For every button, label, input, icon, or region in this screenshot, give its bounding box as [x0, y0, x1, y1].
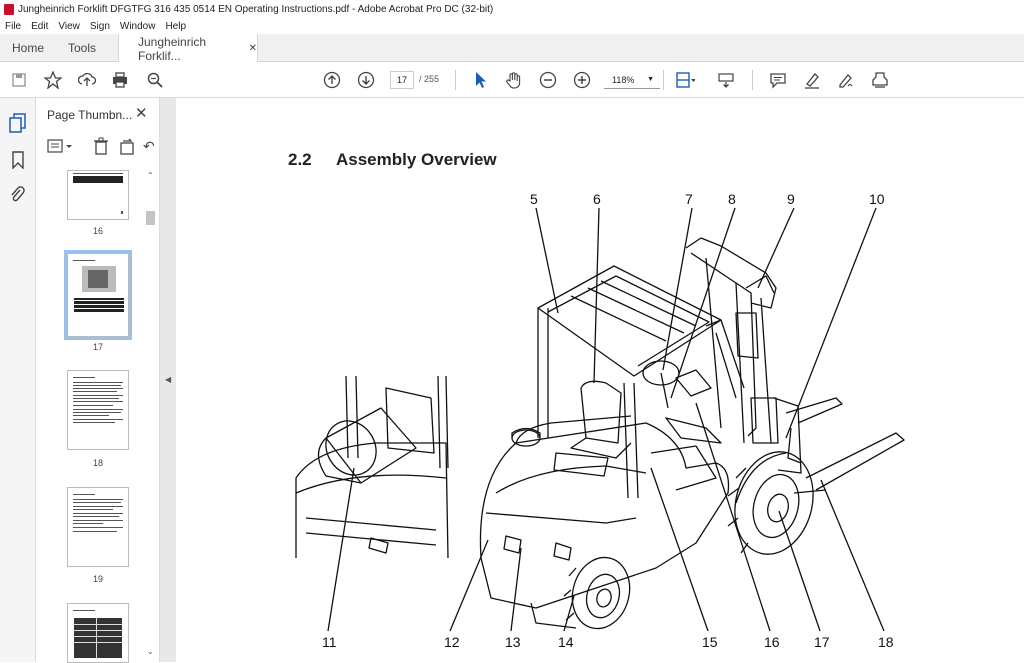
tab-document[interactable]: Jungheinrich Forklif... ✕: [118, 34, 258, 63]
page-up-icon[interactable]: [322, 70, 342, 90]
tab-document-label: Jungheinrich Forklif...: [138, 34, 207, 63]
main-toolbar: 17 / 255 118% ▼: [0, 62, 1024, 98]
forklift-illustration: [295, 207, 905, 632]
scroll-down-icon[interactable]: ⌄: [147, 647, 154, 656]
upload-icon[interactable]: [77, 70, 97, 90]
page-number-input[interactable]: 17: [390, 71, 414, 89]
thumbnail-panel: Page Thumbn... ✕ ↶ 16 17 18 19: [36, 98, 160, 663]
left-rail: [0, 98, 36, 662]
thumbnail-page-number: 18: [92, 458, 103, 468]
save-icon[interactable]: [9, 70, 29, 90]
tab-home[interactable]: Home: [12, 34, 44, 62]
trash-icon[interactable]: [93, 137, 109, 158]
tab-close-icon[interactable]: ✕: [249, 43, 257, 54]
menu-edit[interactable]: Edit: [31, 21, 48, 32]
page-thumbnails-icon[interactable]: [8, 112, 28, 137]
search-zoom-icon[interactable]: [145, 70, 165, 90]
title-bar: Jungheinrich Forklift DFGTFG 316 435 051…: [0, 0, 1024, 18]
collapse-arrow-icon[interactable]: ◀: [165, 375, 171, 384]
tab-tools[interactable]: Tools: [68, 34, 96, 62]
select-cursor-icon[interactable]: [470, 70, 490, 90]
page-total: / 255: [419, 74, 440, 84]
toolbar-divider: [663, 70, 664, 90]
attachment-icon[interactable]: [9, 185, 25, 206]
toolbar-divider: [455, 70, 456, 90]
options-icon[interactable]: [46, 138, 74, 157]
thumbnail-page-number: 16: [92, 226, 103, 236]
page-thumbnail[interactable]: [67, 170, 129, 220]
document-view[interactable]: 2.2 Assembly Overview 5 6 7 8 9 10 11 12…: [176, 98, 1024, 662]
page-thumbnail[interactable]: [67, 487, 129, 567]
comment-icon[interactable]: [768, 70, 788, 90]
zoom-level-select[interactable]: 118% ▼: [604, 71, 660, 89]
menu-window[interactable]: Window: [120, 21, 156, 32]
acrobat-icon: [4, 3, 14, 15]
zoom-level-value: 118%: [612, 74, 635, 85]
stamp-icon[interactable]: [870, 70, 890, 90]
scroll-up-icon[interactable]: ⌃: [147, 171, 154, 180]
page-thumbnail[interactable]: [67, 603, 129, 663]
scrollbar-thumb[interactable]: [146, 211, 155, 225]
menu-view[interactable]: View: [58, 21, 80, 32]
bookmark-icon[interactable]: [11, 151, 25, 172]
rotate-page-icon[interactable]: [119, 137, 135, 158]
page-thumbnail[interactable]: [67, 370, 129, 450]
bookmark-star-icon[interactable]: [43, 70, 63, 90]
menu-sign[interactable]: Sign: [90, 21, 110, 32]
page-down-icon[interactable]: [356, 70, 376, 90]
zoom-in-icon[interactable]: [572, 70, 592, 90]
sign-icon[interactable]: [836, 70, 856, 90]
panel-title: Page Thumbn...: [47, 108, 133, 122]
print-icon[interactable]: [110, 70, 130, 90]
toolbar-divider: [752, 70, 753, 90]
hand-icon[interactable]: [504, 70, 524, 90]
fit-page-icon[interactable]: [675, 70, 695, 90]
thumbnail-page-number: 17: [92, 342, 103, 352]
panel-splitter[interactable]: ◀: [160, 98, 176, 662]
highlight-icon[interactable]: [802, 70, 822, 90]
keyboard-icon[interactable]: [716, 70, 736, 90]
thumbnail-scrollbar[interactable]: ⌃ ⌄: [145, 171, 157, 662]
page-thumbnail-selected[interactable]: [64, 250, 132, 340]
menu-file[interactable]: File: [5, 21, 21, 32]
undo-icon[interactable]: ↶: [143, 138, 155, 155]
menu-help[interactable]: Help: [165, 21, 186, 32]
zoom-out-icon[interactable]: [538, 70, 558, 90]
window-title: Jungheinrich Forklift DFGTFG 316 435 051…: [18, 3, 494, 15]
menu-bar: File Edit View Sign Window Help: [0, 18, 1024, 34]
tab-bar: Home Tools Jungheinrich Forklif... ✕: [0, 34, 1024, 63]
thumbnail-page-number: 19: [92, 574, 103, 584]
chevron-down-icon: ▼: [647, 76, 654, 83]
close-icon[interactable]: ✕: [135, 104, 148, 122]
